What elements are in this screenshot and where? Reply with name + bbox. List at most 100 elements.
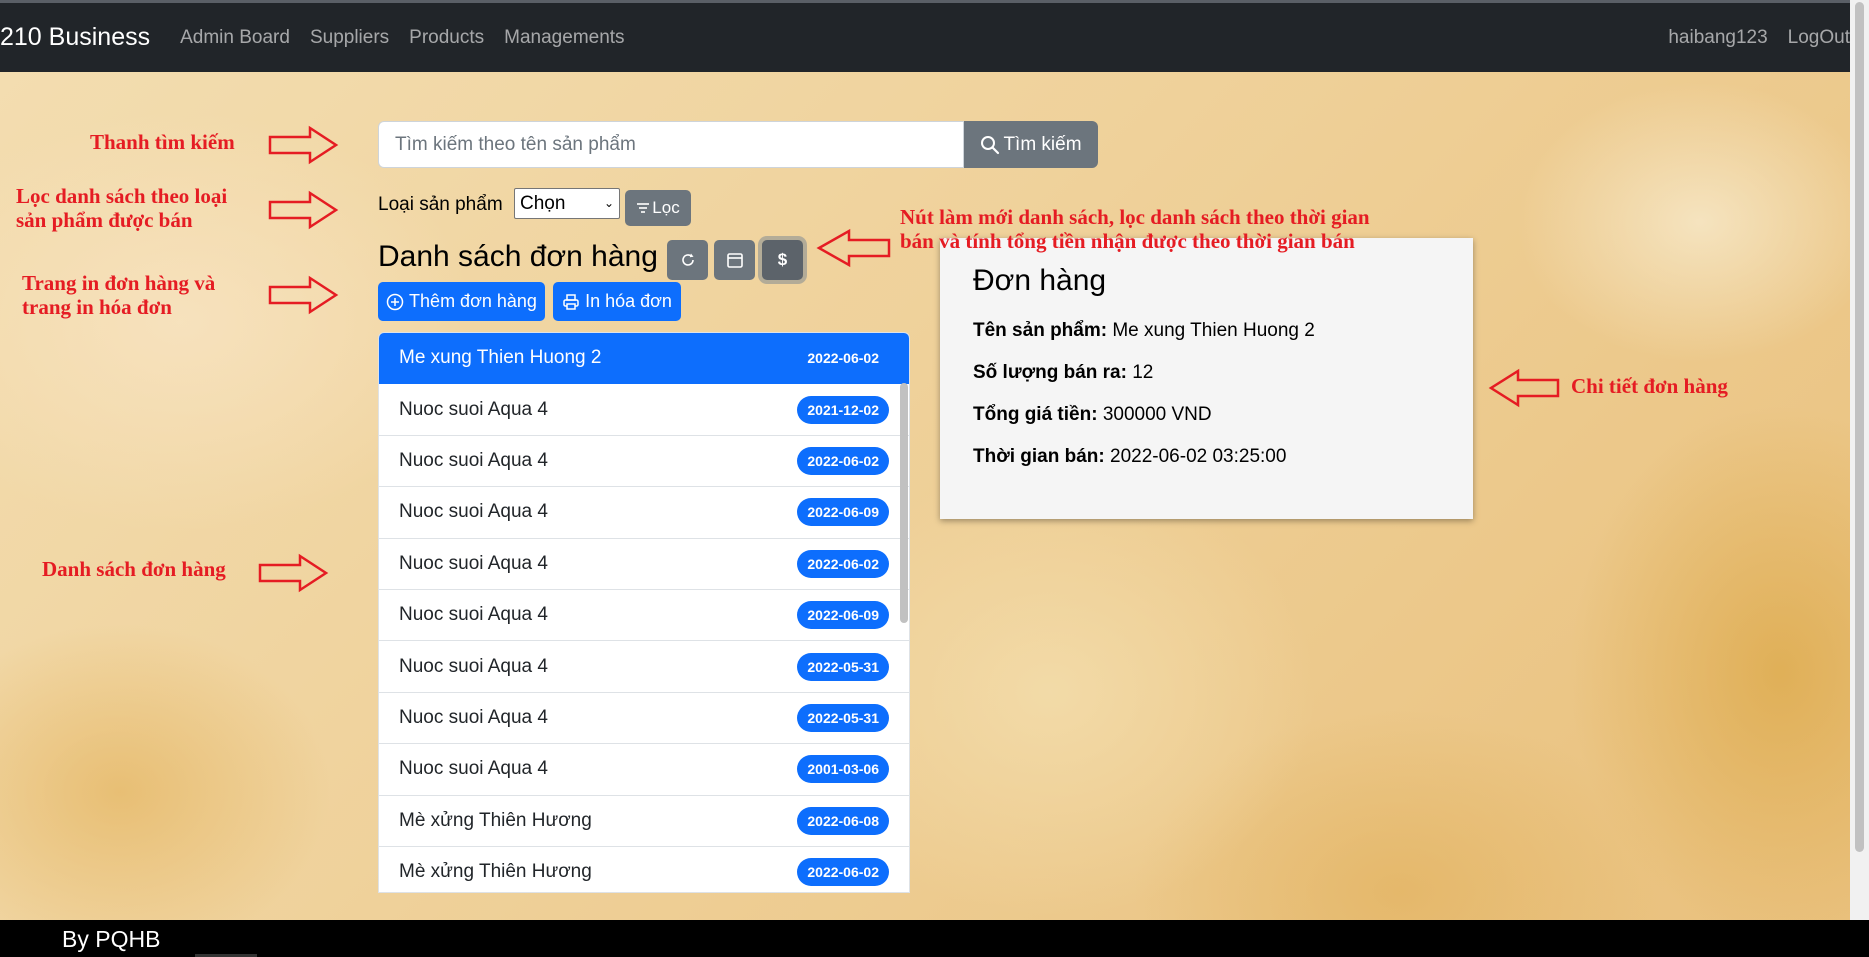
page-scrollbar-thumb[interactable]	[1855, 2, 1864, 852]
filter-label: Loại sản phẩm	[378, 194, 503, 215]
arrow-left-icon	[816, 228, 891, 268]
annotation-filter-line2: sản phẩm được bán	[16, 208, 193, 232]
detail-quantity-row: Số lượng bán ra: 12	[973, 362, 1440, 384]
order-list-item[interactable]: Nuoc suoi Aqua 4 2022-05-31	[379, 641, 909, 693]
order-list-item[interactable]: Nuoc suoi Aqua 4 2022-06-02	[379, 436, 909, 488]
order-item-name: Nuoc suoi Aqua 4	[399, 398, 548, 420]
printer-icon	[563, 293, 579, 310]
order-item-name: Me xung Thien Huong 2	[399, 347, 602, 369]
order-item-name: Nuoc suoi Aqua 4	[399, 501, 548, 523]
order-detail-card: Đơn hàng Tên sản phẩm: Me xung Thien Huo…	[940, 238, 1473, 519]
arrow-right-icon	[268, 190, 339, 230]
detail-total-value: 300000 VND	[1102, 404, 1212, 425]
detail-time-row: Thời gian bán: 2022-06-02 03:25:00	[973, 446, 1440, 468]
order-item-name: Nuoc suoi Aqua 4	[399, 449, 548, 471]
annotation-print-line2: trang in hóa đơn	[22, 295, 172, 319]
footer-text: By PQHB	[62, 926, 161, 952]
annotation-buttons: Nút làm mới danh sách, lọc danh sách the…	[900, 205, 1370, 253]
detail-time-label: Thời gian bán:	[973, 446, 1105, 467]
calendar-icon	[726, 253, 743, 268]
annotation-buttons-line2: bán và tính tổng tiền nhận được theo thờ…	[900, 229, 1355, 253]
brand-link[interactable]: 210 Business	[0, 23, 150, 52]
filter-button-label: Lọc	[652, 198, 680, 217]
order-date-badge: 2022-05-31	[797, 652, 889, 681]
nav-username[interactable]: haibang123	[1668, 27, 1767, 49]
footer: By PQHB	[0, 920, 1869, 957]
order-date-badge: 2022-06-02	[807, 350, 879, 367]
order-list-item[interactable]: Mè xửng Thiên Hương 2022-06-02	[379, 847, 909, 892]
refresh-icon	[681, 253, 694, 266]
nav-admin-board[interactable]: Admin Board	[180, 27, 290, 49]
chevron-down-icon: ⌄	[603, 196, 614, 210]
search-icon	[981, 135, 1000, 154]
order-date-badge: 2022-06-02	[797, 446, 889, 475]
order-item-name: Nuoc suoi Aqua 4	[399, 706, 548, 728]
order-list-item[interactable]: Nuoc suoi Aqua 4 2021-12-02	[379, 384, 909, 436]
filter-icon	[637, 203, 650, 213]
detail-total-row: Tổng giá tiền: 300000 VND	[973, 404, 1440, 426]
search-button[interactable]: Tìm kiếm	[964, 121, 1098, 168]
print-invoice-button[interactable]: In hóa đơn	[553, 282, 681, 321]
annotation-print: Trang in đơn hàng và trang in hóa đơn	[22, 271, 215, 319]
detail-quantity-label: Số lượng bán ra:	[973, 362, 1127, 383]
order-date-badge: 2021-12-02	[797, 395, 889, 424]
detail-product-row: Tên sản phẩm: Me xung Thien Huong 2	[973, 320, 1440, 342]
order-list-item[interactable]: Nuoc suoi Aqua 4 2022-05-31	[379, 693, 909, 745]
refresh-button[interactable]	[667, 240, 708, 280]
order-item-name: Mè xửng Thiên Hương	[399, 861, 592, 883]
arrow-right-icon	[268, 275, 339, 315]
annotation-detail: Chi tiết đơn hàng	[1571, 374, 1728, 398]
detail-product-label: Tên sản phẩm:	[973, 320, 1108, 341]
order-date-badge: 2022-06-02	[797, 858, 889, 887]
annotation-search: Thanh tìm kiếm	[90, 130, 235, 154]
add-order-label: Thêm đơn hàng	[409, 291, 537, 311]
dollar-icon: $	[777, 250, 788, 269]
nav-logout[interactable]: LogOut	[1788, 27, 1850, 49]
category-select[interactable]: Chọn ⌄	[514, 188, 620, 219]
annotation-print-line1: Trang in đơn hàng và	[22, 271, 216, 295]
order-item-name: Nuoc suoi Aqua 4	[399, 758, 548, 780]
arrow-right-icon	[268, 125, 339, 165]
print-invoice-label: In hóa đơn	[585, 291, 672, 311]
order-item-name: Nuoc suoi Aqua 4	[399, 604, 548, 626]
detail-total-label: Tổng giá tiền:	[973, 404, 1098, 425]
annotation-list: Danh sách đơn hàng	[42, 557, 226, 581]
plus-circle-icon	[386, 293, 404, 310]
total-revenue-button[interactable]: $	[762, 240, 803, 280]
order-date-badge: 2001-03-06	[797, 755, 889, 784]
order-date-badge: 2022-06-09	[797, 601, 889, 630]
search-input[interactable]	[378, 121, 964, 168]
order-list-item[interactable]: Me xung Thien Huong 2 2022-06-02	[379, 333, 909, 385]
nav-managements[interactable]: Managements	[504, 27, 624, 49]
order-list: Me xung Thien Huong 2 2022-06-02 Nuoc su…	[378, 332, 910, 893]
order-list-item[interactable]: Nuoc suoi Aqua 4 2022-06-09	[379, 590, 909, 642]
nav-user-area: haibang123 LogOut	[1648, 3, 1850, 72]
order-item-name: Mè xửng Thiên Hương	[399, 809, 592, 831]
nav-suppliers[interactable]: Suppliers	[310, 27, 389, 49]
search-button-label: Tìm kiếm	[1003, 133, 1082, 155]
order-date-badge: 2022-06-09	[797, 498, 889, 527]
page-scrollbar[interactable]	[1850, 0, 1869, 920]
order-list-item[interactable]: Nuoc suoi Aqua 4 2022-06-09	[379, 487, 909, 539]
order-date-badge: 2022-06-08	[797, 806, 889, 835]
nav-products[interactable]: Products	[409, 27, 484, 49]
order-date-badge: 2022-05-31	[797, 703, 889, 732]
arrow-left-icon	[1488, 368, 1560, 408]
order-item-name: Nuoc suoi Aqua 4	[399, 552, 548, 574]
order-list-item[interactable]: Mè xửng Thiên Hương 2022-06-08	[379, 796, 909, 847]
add-order-button[interactable]: Thêm đơn hàng	[378, 282, 545, 321]
order-date-badge: 2022-06-02	[797, 549, 889, 578]
detail-time-value: 2022-06-02 03:25:00	[1110, 446, 1287, 467]
detail-quantity-value: 12	[1132, 362, 1154, 383]
date-filter-button[interactable]	[714, 240, 755, 280]
annotation-filter: Lọc danh sách theo loại sản phẩm được bá…	[16, 184, 227, 232]
order-list-item[interactable]: Nuoc suoi Aqua 4 2022-06-02	[379, 539, 909, 590]
order-list-item[interactable]: Nuoc suoi Aqua 4 2001-03-06	[379, 744, 909, 796]
detail-title: Đơn hàng	[973, 264, 1107, 297]
filter-button[interactable]: Lọc	[625, 190, 691, 226]
list-title: Danh sách đơn hàng	[378, 240, 658, 273]
list-scrollbar[interactable]	[900, 383, 908, 623]
annotation-filter-line1: Lọc danh sách theo loại	[16, 184, 228, 208]
category-select-value: Chọn	[520, 193, 566, 214]
order-item-name: Nuoc suoi Aqua 4	[399, 655, 548, 677]
